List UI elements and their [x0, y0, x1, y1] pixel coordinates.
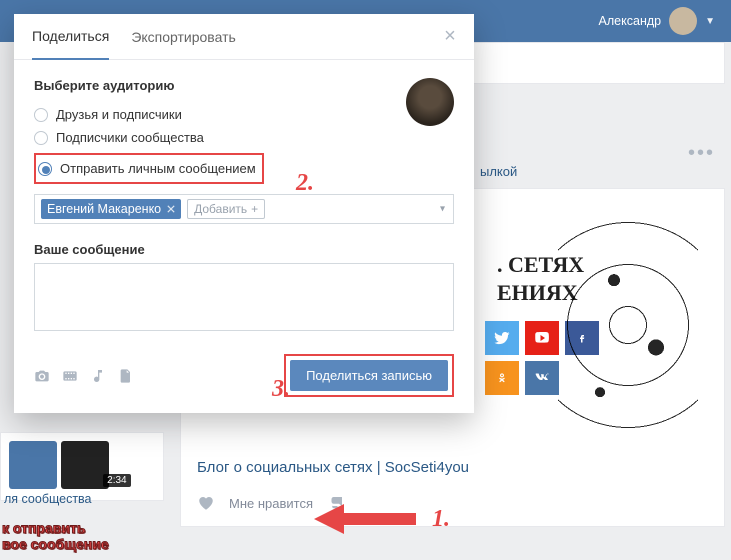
message-label: Ваше сообщение — [34, 242, 454, 257]
chevron-down-icon: ▼ — [705, 16, 715, 27]
callout-3: 3. — [272, 376, 290, 403]
attach-row — [34, 368, 134, 384]
callout-2: 2. — [296, 170, 314, 197]
close-icon[interactable]: × — [440, 26, 460, 46]
youtube-icon — [525, 321, 559, 355]
music-icon[interactable] — [90, 368, 106, 384]
vk-icon — [525, 361, 559, 395]
radio-subscribers[interactable]: Подписчики сообщества — [34, 126, 264, 149]
add-recipient-button[interactable]: Добавить + — [187, 199, 265, 219]
heart-icon[interactable] — [197, 494, 215, 512]
video-icon[interactable] — [62, 368, 78, 384]
ok-icon — [485, 361, 519, 395]
remove-icon[interactable] — [167, 205, 175, 213]
link-fragment[interactable]: ылкой — [480, 164, 517, 179]
feed-actions: Мне нравится — [197, 494, 708, 512]
file-icon[interactable] — [118, 368, 134, 384]
callout-1: 1. — [314, 504, 450, 534]
plus-icon: + — [251, 202, 258, 216]
recipient-token[interactable]: Евгений Макаренко — [41, 199, 181, 219]
share-modal: Поделиться Экспортировать × Выберите ауд… — [14, 14, 474, 413]
feed-card-title[interactable]: Блог о социальных сетях | SocSeti4you — [197, 459, 708, 476]
ornament-decoration — [558, 213, 698, 437]
share-button-highlight: Поделиться записью — [284, 354, 454, 397]
tab-export[interactable]: Экспортировать — [131, 15, 235, 59]
video-thumb[interactable]: 2:34 — [61, 441, 109, 489]
video-thumb-vk[interactable] — [9, 441, 57, 489]
social-row-2 — [485, 361, 559, 395]
message-input[interactable] — [34, 263, 454, 331]
sidebar-link[interactable]: ля сообщества — [4, 492, 92, 506]
radio-icon — [34, 131, 48, 145]
more-icon[interactable]: ••• — [688, 142, 715, 165]
video-duration: 2:34 — [103, 474, 130, 487]
chevron-down-icon[interactable]: ▾ — [440, 204, 445, 215]
audience-title: Выберите аудиторию — [34, 78, 264, 93]
twitter-icon — [485, 321, 519, 355]
tutorial-overlay-text: к отправить вое сообщение — [2, 520, 109, 552]
topbar-user[interactable]: Александр ▼ — [599, 7, 715, 35]
modal-tabs: Поделиться Экспортировать × — [14, 14, 474, 60]
recipient-input[interactable]: Евгений Макаренко Добавить + ▾ — [34, 194, 454, 224]
tab-share[interactable]: Поделиться — [32, 14, 109, 60]
camera-icon[interactable] — [34, 368, 50, 384]
share-button[interactable]: Поделиться записью — [290, 360, 448, 391]
arrow-icon — [314, 504, 424, 534]
radio-friends[interactable]: Друзья и подписчики — [34, 103, 264, 126]
avatar — [669, 7, 697, 35]
radio-icon — [34, 108, 48, 122]
radio-pm[interactable]: Отправить личным сообщением — [38, 157, 256, 180]
avatar — [406, 78, 454, 126]
sidebar-thumb-box: 2:34 — [0, 432, 164, 501]
like-label[interactable]: Мне нравится — [229, 496, 313, 511]
topbar-username: Александр — [599, 14, 662, 28]
radio-icon — [38, 162, 52, 176]
